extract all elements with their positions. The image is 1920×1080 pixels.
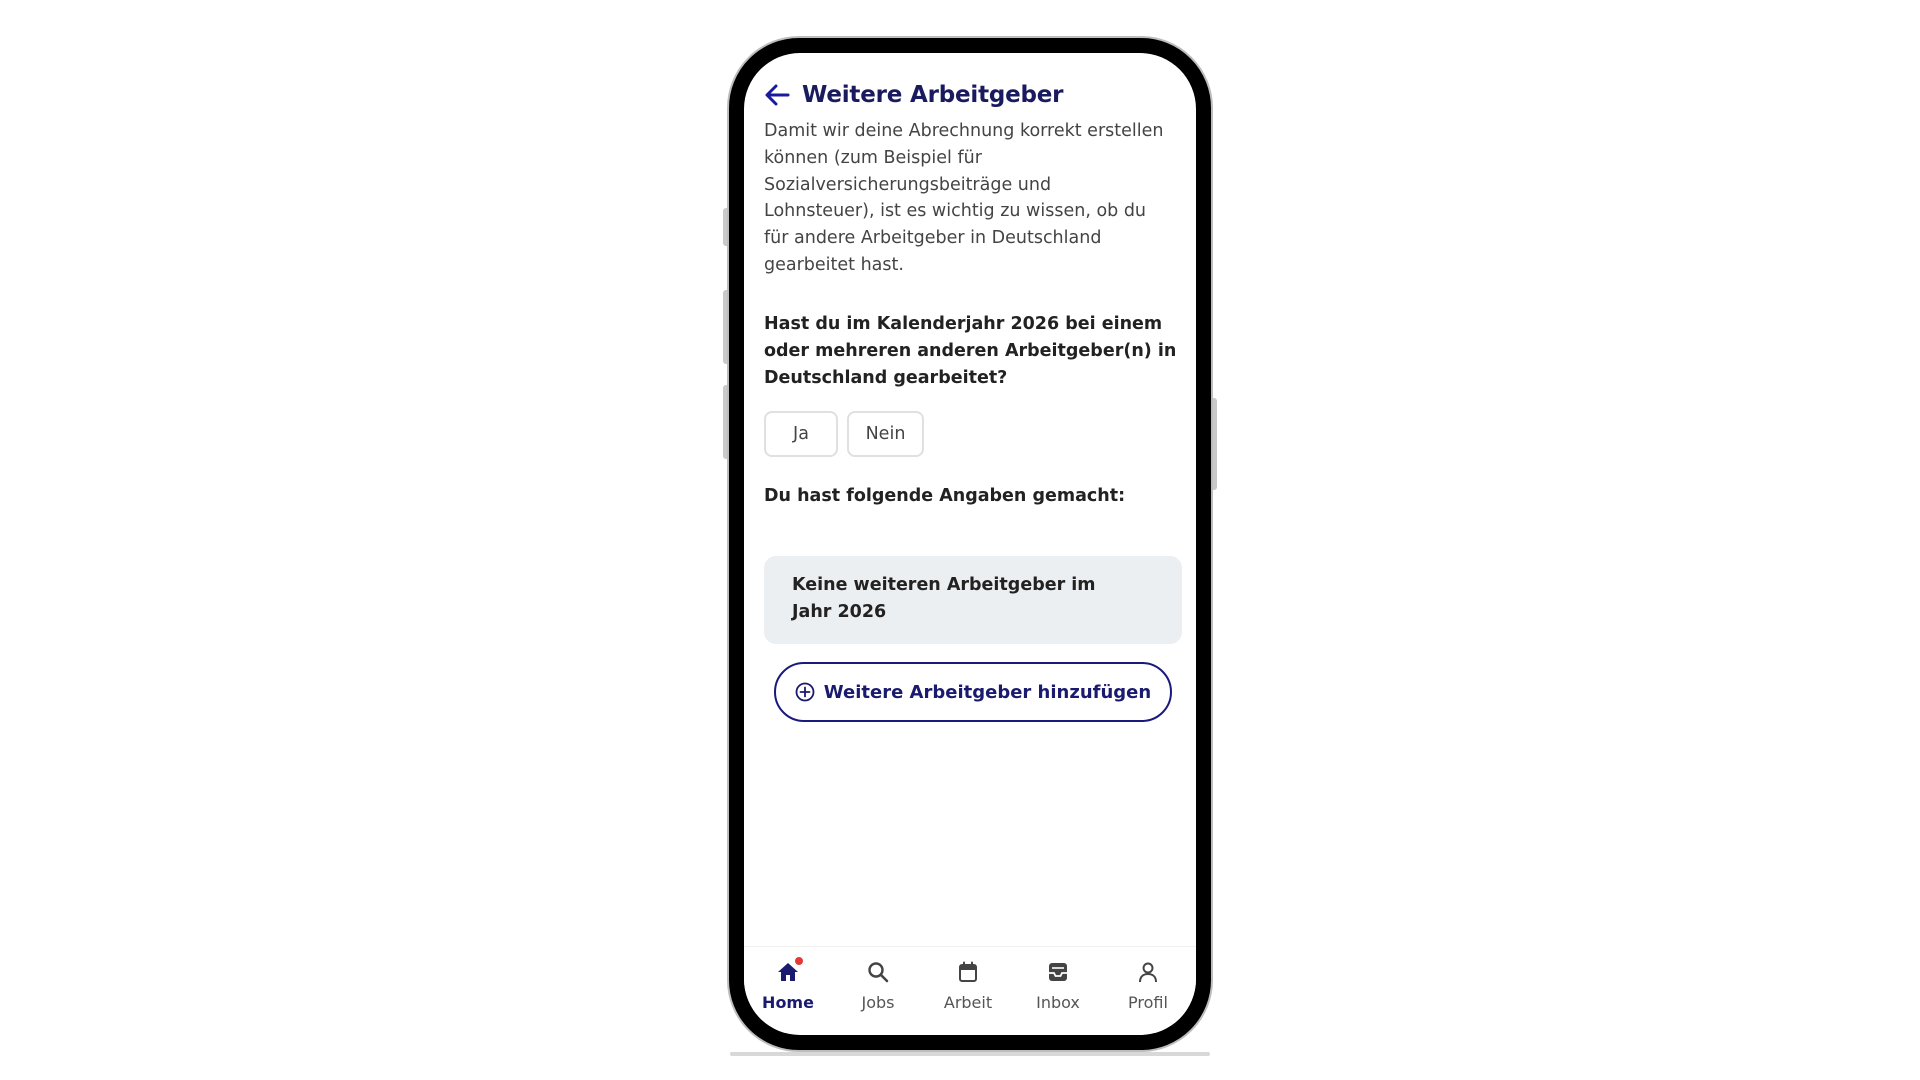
- no-button[interactable]: Nein: [847, 411, 924, 457]
- summary-heading: Du hast folgende Angaben gemacht:: [764, 486, 1126, 506]
- nav-item-arbeit[interactable]: Arbeit: [928, 959, 1008, 1012]
- back-arrow-icon[interactable]: [762, 80, 792, 110]
- search-icon: [865, 959, 891, 985]
- yes-button[interactable]: Ja: [764, 411, 838, 457]
- calendar-icon: [955, 959, 981, 985]
- answer-choices: Ja Nein: [764, 411, 924, 457]
- bottom-nav: Home Jobs Arbeit Inbox Profil: [744, 946, 1196, 1033]
- user-icon: [1135, 959, 1161, 985]
- header: Weitere Arbeitgeber: [762, 75, 1064, 115]
- nav-label-profil: Profil: [1128, 993, 1168, 1012]
- nav-label-jobs: Jobs: [861, 993, 895, 1012]
- question-text: Hast du im Kalenderjahr 2026 bei einem o…: [764, 314, 1177, 388]
- plus-circle-icon: [795, 682, 815, 702]
- page-title: Weitere Arbeitgeber: [802, 82, 1064, 108]
- phone-shadow: [730, 1052, 1210, 1056]
- nav-label-home: Home: [762, 993, 814, 1012]
- nav-item-inbox[interactable]: Inbox: [1018, 959, 1098, 1012]
- add-employer-button[interactable]: Weitere Arbeitgeber hinzufügen: [774, 662, 1172, 722]
- nav-item-profil[interactable]: Profil: [1108, 959, 1188, 1012]
- summary-card: Keine weiteren Arbeitgeber im Jahr 2026: [764, 556, 1182, 644]
- notification-badge: [794, 956, 804, 966]
- nav-label-arbeit: Arbeit: [943, 993, 993, 1012]
- app-screen: Weitere Arbeitgeber Damit wir deine Abre…: [744, 53, 1196, 1035]
- home-icon: [775, 956, 804, 985]
- intro-text: Damit wir deine Abrechnung korrekt erste…: [764, 121, 1164, 275]
- nav-item-home[interactable]: Home: [748, 956, 828, 1012]
- nav-label-inbox: Inbox: [1036, 993, 1080, 1012]
- summary-card-text: Keine weiteren Arbeitgeber im Jahr 2026: [792, 575, 1096, 622]
- add-employer-label: Weitere Arbeitgeber hinzufügen: [823, 681, 1152, 703]
- nav-item-jobs[interactable]: Jobs: [838, 959, 918, 1012]
- inbox-icon: [1045, 959, 1071, 985]
- phone-frame: Weitere Arbeitgeber Damit wir deine Abre…: [727, 36, 1213, 1052]
